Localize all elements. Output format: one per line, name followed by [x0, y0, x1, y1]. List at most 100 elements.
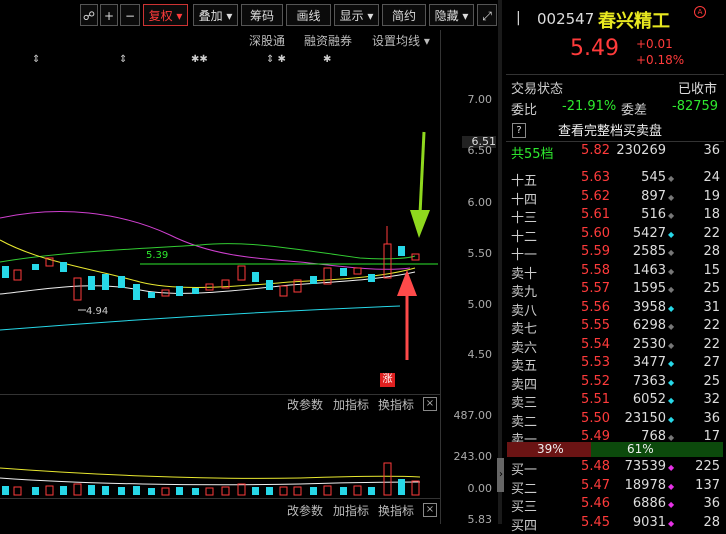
bid-count: 137 — [695, 477, 720, 493]
change-param-button[interactable]: 改参数 — [287, 396, 323, 413]
quote-divider — [506, 141, 724, 142]
change-dot-icon: ◆ — [668, 340, 675, 350]
ask-level-label: 卖五 — [511, 359, 538, 374]
overlay-button[interactable]: 叠加 ▾ — [193, 4, 238, 26]
ask-row[interactable]: 卖十 5.58 1463 ◆ 15 — [506, 263, 724, 282]
change-dot-icon: ◆ — [668, 248, 675, 257]
ask-volume: 516 — [641, 207, 666, 222]
ma-green-line — [0, 243, 416, 263]
alert-icon[interactable]: A — [694, 6, 706, 18]
quote-divider — [506, 74, 724, 75]
ask-level-label: 十四 — [511, 192, 538, 208]
ask-row[interactable]: 卖九 5.57 1595 ◆ 25 — [506, 281, 724, 300]
event-marker[interactable]: ✱✱ — [191, 54, 208, 65]
panel-splitter[interactable] — [498, 0, 502, 524]
ask-volume: 897 — [641, 188, 666, 204]
sell-buy-split-bar: 39% 61% — [507, 442, 723, 457]
y-tick-label: 5.50 — [467, 247, 493, 260]
hk-connect-link[interactable]: 深股通 — [249, 32, 285, 49]
fullscreen-icon[interactable]: ⤢ — [477, 4, 497, 26]
bid-row[interactable]: 买一 5.48 73539 ◆ 225 — [506, 459, 724, 478]
event-marker[interactable]: ⇕ ✱ — [266, 54, 286, 65]
add-indicator-button[interactable]: 加指标 — [333, 396, 369, 413]
bid-volume: 18978 — [624, 477, 666, 493]
add-indicator-button[interactable]: 加指标 — [333, 502, 369, 519]
bid-level-label: 买一 — [511, 463, 538, 478]
ask-row[interactable]: 十二 5.60 5427 ◆ 22 — [506, 226, 724, 245]
bid-count: 28 — [703, 514, 720, 530]
lock-icon[interactable]: ☍ — [80, 4, 98, 26]
ask-level-label: 卖七 — [511, 322, 538, 337]
event-marker[interactable]: ✱ — [323, 54, 331, 65]
kline-chart[interactable]: ⇕ ⇕ ✱✱ ⇕ ✱ ✱ 5.39 4.94 — [0, 48, 500, 390]
ask-row[interactable]: 十四 5.62 897 ◆ 19 — [506, 189, 724, 208]
minus-icon[interactable]: − — [120, 4, 140, 26]
change-param-button[interactable]: 改参数 — [287, 502, 323, 519]
ask-price: 5.50 — [581, 410, 610, 426]
ask-row[interactable]: 卖三 5.51 6052 ◆ 32 — [506, 392, 724, 411]
ma-settings-link[interactable]: 设置均线 ▾ — [372, 32, 430, 49]
margin-trading-link[interactable]: 融资融券 — [304, 32, 352, 49]
ask-level-label: 卖九 — [511, 285, 538, 300]
ask-row[interactable]: 卖八 5.56 3958 ◆ 31 — [506, 300, 724, 319]
ask-row[interactable]: 卖四 5.52 7363 ◆ 25 — [506, 374, 724, 393]
ask-volume: 1595 — [632, 281, 666, 296]
volume-chart — [0, 462, 421, 496]
close-icon[interactable]: × — [423, 397, 437, 411]
order-ratio-label: 委比 — [511, 103, 538, 118]
simple-button[interactable]: 简约 — [382, 4, 426, 26]
hide-button[interactable]: 隐藏 ▾ — [429, 4, 474, 26]
ask-price: 5.57 — [581, 281, 610, 296]
ask-price: 5.58 — [581, 262, 610, 278]
ask-level-label: 卖四 — [511, 377, 538, 393]
draw-line-button[interactable]: 画线 — [286, 4, 331, 26]
ask-volume: 7363 — [632, 373, 666, 389]
display-button[interactable]: 显示 ▾ — [334, 4, 379, 26]
bid-volume: 6886 — [632, 496, 666, 511]
event-marker[interactable]: ⇕ — [119, 54, 127, 65]
ask-level-label: 卖二 — [511, 414, 538, 430]
ask-price: 5.52 — [581, 373, 610, 389]
help-icon[interactable]: ? — [512, 123, 526, 138]
bid-row[interactable]: 买二 5.47 18978 ◆ 137 — [506, 478, 724, 497]
full-book-link[interactable]: 查看完整档买卖盘 — [558, 120, 662, 139]
y-tick-label: 6.50 — [467, 144, 493, 157]
sell-pct: 39% — [537, 442, 564, 456]
total-levels-label: 共55档 — [511, 147, 554, 162]
ma-price-label: 5.39 — [146, 250, 168, 261]
change-dot-icon: ◆ — [668, 211, 675, 220]
bid-price: 5.46 — [581, 496, 610, 511]
event-marker[interactable]: ⇕ — [32, 54, 40, 65]
bid-row[interactable]: 买三 5.46 6886 ◆ 36 — [506, 496, 724, 515]
ask-count: 25 — [703, 281, 720, 296]
ask-row[interactable]: 十五 5.63 545 ◆ 24 — [506, 170, 724, 189]
bid-price: 5.45 — [581, 514, 610, 530]
swap-indicator-button[interactable]: 换指标 — [378, 396, 414, 413]
bid-level-label: 买二 — [511, 481, 538, 497]
ask-volume: 5427 — [632, 225, 666, 241]
last-price: 5.49 — [570, 36, 619, 61]
ask-row[interactable]: 卖七 5.55 6298 ◆ 22 — [506, 318, 724, 337]
bid-row[interactable]: 买四 5.45 9031 ◆ 28 — [506, 515, 724, 534]
price-change: +0.01 — [636, 37, 673, 51]
order-diff-value: -82759 — [672, 99, 719, 114]
ask-row[interactable]: 十三 5.61 516 ◆ 18 — [506, 207, 724, 226]
swap-indicator-button[interactable]: 换指标 — [378, 502, 414, 519]
ask-row[interactable]: 十一 5.59 2585 ◆ 28 — [506, 244, 724, 263]
panel-divider — [0, 498, 440, 499]
close-icon[interactable]: × — [423, 503, 437, 517]
ask-level-label: 卖十 — [511, 266, 538, 282]
minimize-icon[interactable]: | — [516, 10, 521, 26]
ask-row[interactable]: 卖六 5.54 2530 ◆ 22 — [506, 337, 724, 356]
plus-icon[interactable]: + — [100, 4, 118, 26]
y-tick-label: 6.00 — [467, 196, 493, 209]
ask-row[interactable]: 卖二 5.50 23150 ◆ 36 — [506, 411, 724, 430]
bid-count: 225 — [695, 459, 720, 474]
chips-button[interactable]: 筹码 — [241, 4, 283, 26]
adjust-label: 复权 — [148, 9, 173, 23]
limit-up-badge: 涨 — [380, 373, 395, 387]
ask-level-label: 十一 — [511, 248, 538, 263]
total-levels-volume: 230269 — [616, 143, 666, 158]
ask-row[interactable]: 卖五 5.53 3477 ◆ 27 — [506, 355, 724, 374]
adjust-button[interactable]: 复权 ▾ — [143, 4, 188, 26]
